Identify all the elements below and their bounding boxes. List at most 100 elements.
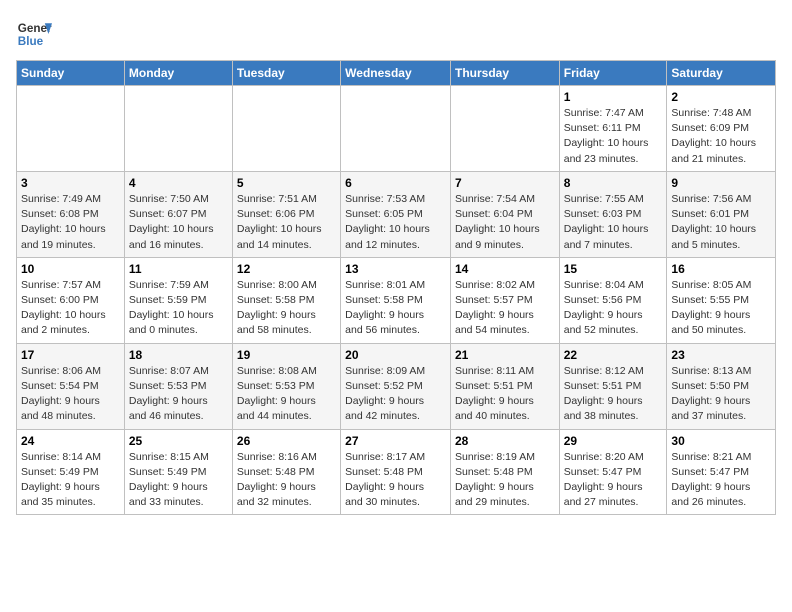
day-info: Sunrise: 8:21 AMSunset: 5:47 PMDaylight:… (671, 450, 771, 511)
calendar-cell (232, 86, 340, 172)
day-info: Sunrise: 7:59 AMSunset: 5:59 PMDaylight:… (129, 278, 228, 339)
day-info: Sunrise: 7:49 AMSunset: 6:08 PMDaylight:… (21, 192, 120, 253)
day-number: 8 (564, 176, 663, 190)
day-number: 1 (564, 90, 663, 104)
calendar-cell: 29 Sunrise: 8:20 AMSunset: 5:47 PMDayligh… (559, 429, 667, 515)
day-number: 21 (455, 348, 555, 362)
day-number: 7 (455, 176, 555, 190)
weekday-header-wednesday: Wednesday (341, 61, 451, 86)
day-number: 2 (671, 90, 771, 104)
day-info: Sunrise: 8:20 AMSunset: 5:47 PMDaylight:… (564, 450, 663, 511)
day-number: 5 (237, 176, 336, 190)
day-number: 13 (345, 262, 446, 276)
day-number: 3 (21, 176, 120, 190)
day-info: Sunrise: 8:16 AMSunset: 5:48 PMDaylight:… (237, 450, 336, 511)
weekday-header-tuesday: Tuesday (232, 61, 340, 86)
calendar-cell: 27 Sunrise: 8:17 AMSunset: 5:48 PMDayligh… (341, 429, 451, 515)
calendar-cell: 8 Sunrise: 7:55 AMSunset: 6:03 PMDaylight… (559, 171, 667, 257)
day-info: Sunrise: 8:19 AMSunset: 5:48 PMDaylight:… (455, 450, 555, 511)
calendar-cell: 17 Sunrise: 8:06 AMSunset: 5:54 PMDayligh… (17, 343, 125, 429)
calendar-cell: 28Sunrise: 8:19 AMSunset: 5:48 PMDayligh… (450, 429, 559, 515)
calendar-cell: 5Sunrise: 7:51 AMSunset: 6:06 PMDaylight… (232, 171, 340, 257)
day-info: Sunrise: 8:09 AMSunset: 5:52 PMDaylight:… (345, 364, 446, 425)
calendar-cell: 22 Sunrise: 8:12 AMSunset: 5:51 PMDayligh… (559, 343, 667, 429)
day-number: 26 (237, 434, 336, 448)
day-number: 18 (129, 348, 228, 362)
day-info: Sunrise: 8:13 AMSunset: 5:50 PMDaylight:… (671, 364, 771, 425)
calendar-week-2: 3 Sunrise: 7:49 AMSunset: 6:08 PMDaylight… (17, 171, 776, 257)
day-info: Sunrise: 7:47 AMSunset: 6:11 PMDaylight:… (564, 106, 663, 167)
day-info: Sunrise: 8:08 AMSunset: 5:53 PMDaylight:… (237, 364, 336, 425)
weekday-header-saturday: Saturday (667, 61, 776, 86)
day-number: 29 (564, 434, 663, 448)
day-number: 6 (345, 176, 446, 190)
day-number: 15 (564, 262, 663, 276)
calendar-cell (450, 86, 559, 172)
day-info: Sunrise: 8:17 AMSunset: 5:48 PMDaylight:… (345, 450, 446, 511)
calendar-week-3: 10Sunrise: 7:57 AMSunset: 6:00 PMDayligh… (17, 257, 776, 343)
day-number: 20 (345, 348, 446, 362)
day-info: Sunrise: 8:15 AMSunset: 5:49 PMDaylight:… (129, 450, 228, 511)
calendar-week-5: 24Sunrise: 8:14 AMSunset: 5:49 PMDayligh… (17, 429, 776, 515)
day-number: 4 (129, 176, 228, 190)
day-info: Sunrise: 8:07 AMSunset: 5:53 PMDaylight:… (129, 364, 228, 425)
day-number: 27 (345, 434, 446, 448)
calendar-cell: 7Sunrise: 7:54 AMSunset: 6:04 PMDaylight… (450, 171, 559, 257)
day-info: Sunrise: 8:02 AMSunset: 5:57 PMDaylight:… (455, 278, 555, 339)
calendar-cell: 2 Sunrise: 7:48 AMSunset: 6:09 PMDaylight… (667, 86, 776, 172)
calendar-cell (124, 86, 232, 172)
calendar-cell: 11Sunrise: 7:59 AMSunset: 5:59 PMDayligh… (124, 257, 232, 343)
calendar-cell: 10Sunrise: 7:57 AMSunset: 6:00 PMDayligh… (17, 257, 125, 343)
day-info: Sunrise: 7:50 AMSunset: 6:07 PMDaylight:… (129, 192, 228, 253)
weekday-header-thursday: Thursday (450, 61, 559, 86)
calendar-week-4: 17 Sunrise: 8:06 AMSunset: 5:54 PMDayligh… (17, 343, 776, 429)
day-info: Sunrise: 8:14 AMSunset: 5:49 PMDaylight:… (21, 450, 120, 511)
day-info: Sunrise: 7:57 AMSunset: 6:00 PMDaylight:… (21, 278, 120, 339)
day-info: Sunrise: 8:06 AMSunset: 5:54 PMDaylight:… (21, 364, 120, 425)
weekday-header-monday: Monday (124, 61, 232, 86)
calendar-cell: 19 Sunrise: 8:08 AMSunset: 5:53 PMDayligh… (232, 343, 340, 429)
calendar-cell: 20 Sunrise: 8:09 AMSunset: 5:52 PMDayligh… (341, 343, 451, 429)
day-number: 17 (21, 348, 120, 362)
calendar-cell: 21Sunrise: 8:11 AMSunset: 5:51 PMDayligh… (450, 343, 559, 429)
calendar-cell: 26 Sunrise: 8:16 AMSunset: 5:48 PMDayligh… (232, 429, 340, 515)
calendar-cell: 25 Sunrise: 8:15 AMSunset: 5:49 PMDayligh… (124, 429, 232, 515)
day-number: 12 (237, 262, 336, 276)
calendar-cell: 24Sunrise: 8:14 AMSunset: 5:49 PMDayligh… (17, 429, 125, 515)
day-number: 25 (129, 434, 228, 448)
day-info: Sunrise: 8:04 AMSunset: 5:56 PMDaylight:… (564, 278, 663, 339)
calendar-header-row: SundayMondayTuesdayWednesdayThursdayFrid… (17, 61, 776, 86)
day-number: 30 (671, 434, 771, 448)
day-info: Sunrise: 8:01 AMSunset: 5:58 PMDaylight:… (345, 278, 446, 339)
calendar-week-1: 1 Sunrise: 7:47 AMSunset: 6:11 PMDaylight… (17, 86, 776, 172)
page-header: General Blue (16, 16, 776, 52)
day-number: 19 (237, 348, 336, 362)
day-info: Sunrise: 8:05 AMSunset: 5:55 PMDaylight:… (671, 278, 771, 339)
calendar-cell: 3 Sunrise: 7:49 AMSunset: 6:08 PMDaylight… (17, 171, 125, 257)
day-info: Sunrise: 7:48 AMSunset: 6:09 PMDaylight:… (671, 106, 771, 167)
calendar-cell: 12 Sunrise: 8:00 AMSunset: 5:58 PMDayligh… (232, 257, 340, 343)
calendar-cell: 9 Sunrise: 7:56 AMSunset: 6:01 PMDaylight… (667, 171, 776, 257)
day-number: 16 (671, 262, 771, 276)
calendar-table: SundayMondayTuesdayWednesdayThursdayFrid… (16, 60, 776, 515)
weekday-header-friday: Friday (559, 61, 667, 86)
calendar-cell: 18 Sunrise: 8:07 AMSunset: 5:53 PMDayligh… (124, 343, 232, 429)
calendar-body: 1 Sunrise: 7:47 AMSunset: 6:11 PMDaylight… (17, 86, 776, 515)
calendar-cell: 13 Sunrise: 8:01 AMSunset: 5:58 PMDayligh… (341, 257, 451, 343)
calendar-cell: 16 Sunrise: 8:05 AMSunset: 5:55 PMDayligh… (667, 257, 776, 343)
calendar-cell: 14Sunrise: 8:02 AMSunset: 5:57 PMDayligh… (450, 257, 559, 343)
svg-text:Blue: Blue (18, 35, 44, 48)
day-number: 9 (671, 176, 771, 190)
day-info: Sunrise: 7:55 AMSunset: 6:03 PMDaylight:… (564, 192, 663, 253)
day-number: 23 (671, 348, 771, 362)
weekday-header-sunday: Sunday (17, 61, 125, 86)
day-info: Sunrise: 8:12 AMSunset: 5:51 PMDaylight:… (564, 364, 663, 425)
logo-icon: General Blue (16, 16, 52, 52)
calendar-cell: 6Sunrise: 7:53 AMSunset: 6:05 PMDaylight… (341, 171, 451, 257)
day-number: 22 (564, 348, 663, 362)
calendar-cell (17, 86, 125, 172)
calendar-cell: 15 Sunrise: 8:04 AMSunset: 5:56 PMDayligh… (559, 257, 667, 343)
calendar-cell: 23 Sunrise: 8:13 AMSunset: 5:50 PMDayligh… (667, 343, 776, 429)
day-info: Sunrise: 8:00 AMSunset: 5:58 PMDaylight:… (237, 278, 336, 339)
day-info: Sunrise: 7:56 AMSunset: 6:01 PMDaylight:… (671, 192, 771, 253)
